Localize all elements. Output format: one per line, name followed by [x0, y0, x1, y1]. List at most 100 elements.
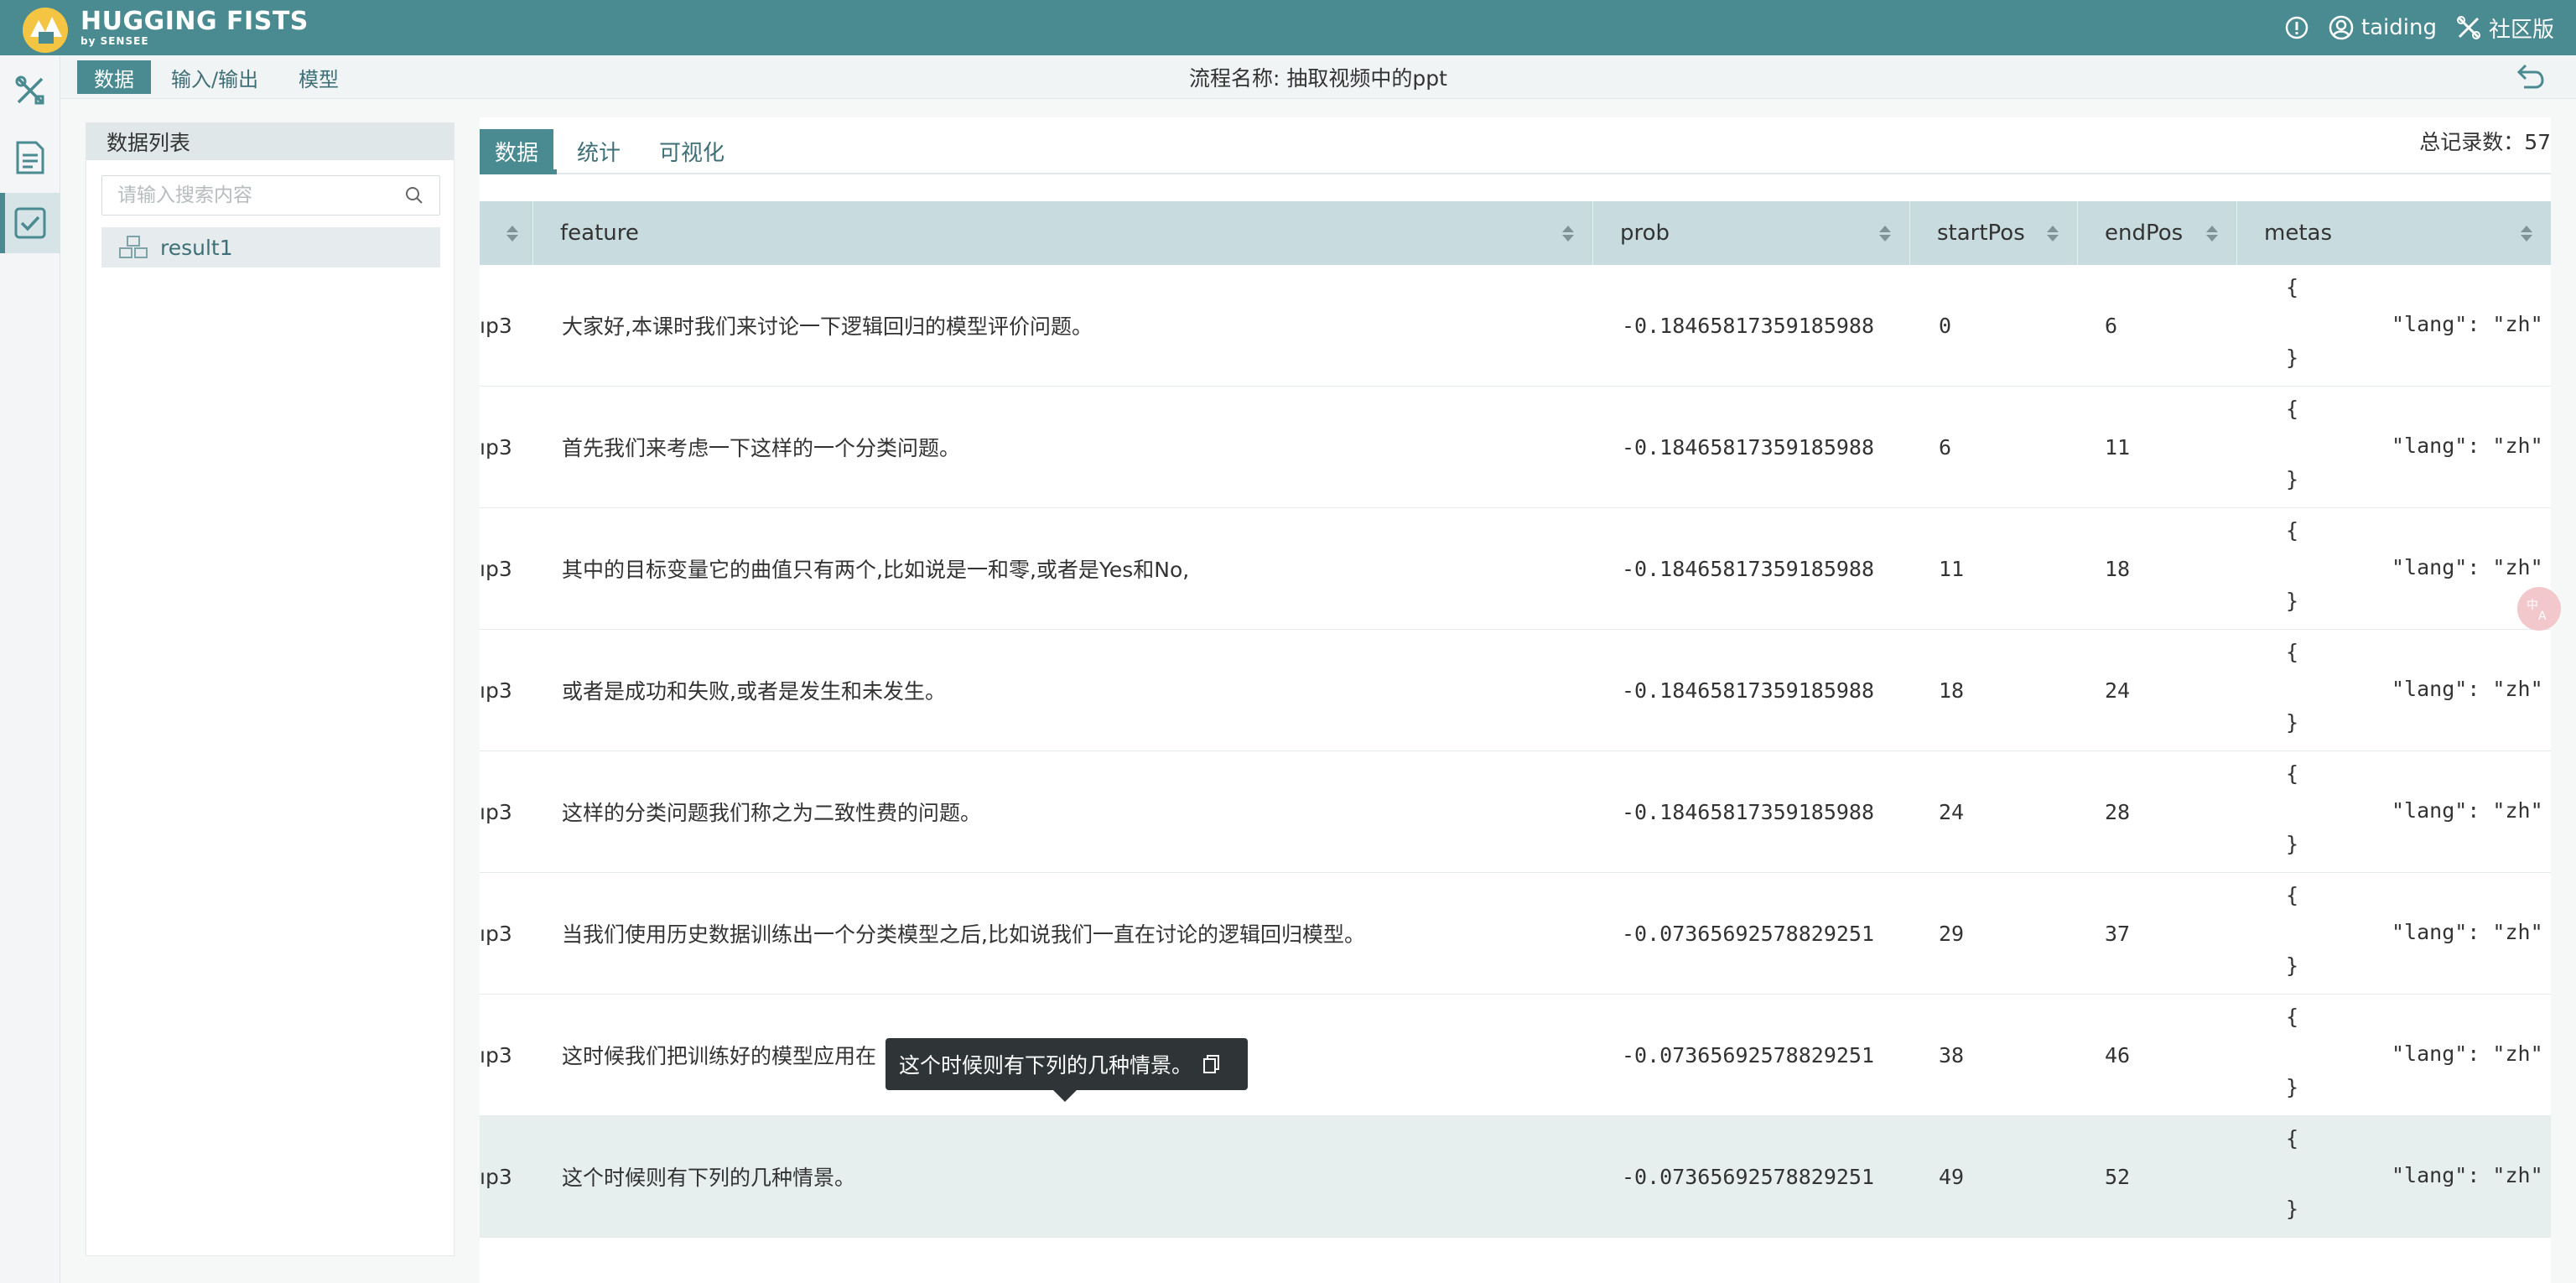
subtab-io[interactable]: 输入/输出: [154, 60, 275, 94]
table-row[interactable]: ıp3 当我们使用历史数据训练出一个分类模型之后,比如说我们一直在讨论的逻辑回归模…: [480, 873, 2551, 995]
rail-tools-button[interactable]: [0, 60, 60, 121]
metas-key-value: "lang": "zh": [2392, 434, 2543, 458]
dataset-icon: [119, 236, 148, 258]
cell-endpos: 18: [2105, 556, 2131, 581]
cell-feature: 或者是成功和失败,或者是发生和未发生。: [562, 679, 946, 704]
cell-endpos: 6: [2105, 313, 2118, 338]
cell-feature: 首先我们来考虑一下这样的一个分类问题。: [562, 436, 961, 460]
subtab-model[interactable]: 模型: [282, 60, 356, 94]
search-input[interactable]: [117, 184, 404, 206]
column-header-hidden[interactable]: [480, 201, 533, 265]
subtab-data[interactable]: 数据: [77, 60, 151, 94]
sort-icon[interactable]: [2047, 225, 2059, 242]
translate-button[interactable]: 中A: [2517, 587, 2561, 631]
cell-endpos: 46: [2105, 1042, 2131, 1067]
metas-open-brace: {: [2286, 883, 2299, 907]
column-header-metas[interactable]: metas: [2237, 201, 2551, 265]
rail-check-button[interactable]: [0, 193, 60, 253]
brand-subtitle: by SENSEE: [80, 35, 149, 47]
cell-metas: {"lang": "zh"}: [2261, 387, 2546, 507]
column-header-endpos[interactable]: endPos: [2078, 201, 2237, 265]
copy-icon[interactable]: [1202, 1054, 1221, 1074]
metas-close-brace: }: [2286, 832, 2299, 856]
table-row[interactable]: ıp3 首先我们来考虑一下这样的一个分类问题。 -0.184658173591859…: [480, 387, 2551, 508]
sort-icon[interactable]: [1879, 225, 1891, 242]
table-header: feature prob startPos endPos metas: [480, 201, 2551, 265]
metas-key-value: "lang": "zh": [2392, 798, 2543, 823]
metas-close-brace: }: [2286, 710, 2299, 735]
tools-icon: [2456, 16, 2480, 39]
metas-open-brace: {: [2286, 1126, 2299, 1151]
cell-prob: -0.18465817359185988: [1622, 556, 1875, 581]
info-button[interactable]: [2284, 15, 2309, 40]
svg-text:中: 中: [2527, 599, 2538, 612]
table-row[interactable]: ıp3 或者是成功和失败,或者是发生和未发生。 -0.184658173591859…: [480, 630, 2551, 751]
undo-icon[interactable]: [2516, 62, 2546, 91]
cell-startpos: 18: [1939, 678, 1965, 703]
metas-close-brace: }: [2286, 467, 2299, 491]
cell-metas: { "lang": "zh"}: [2261, 751, 2546, 872]
edition-menu[interactable]: 社区版: [2455, 13, 2554, 44]
tab-data[interactable]: 数据: [480, 129, 554, 173]
sort-icon[interactable]: [1562, 225, 1574, 242]
cell-feature: 这个时候则有下列的几种情景。: [562, 1166, 856, 1190]
cell-metas: { "lang": "zh"}: [2261, 873, 2546, 994]
metas-close-brace: }: [2286, 953, 2299, 978]
metas-open-brace: {: [2286, 518, 2299, 543]
metas-key-value: "lang": "zh": [2392, 920, 2543, 944]
user-menu[interactable]: taiding: [2328, 14, 2437, 41]
metas-close-brace: }: [2286, 1075, 2299, 1099]
sort-icon[interactable]: [506, 225, 518, 242]
dataset-item-result1[interactable]: result1: [101, 227, 440, 268]
cell-feature: 当我们使用历史数据训练出一个分类模型之后,比如说我们一直在讨论的逻辑回归模型。: [562, 922, 1365, 947]
table-row[interactable]: ıp3 其中的目标变量它的曲值只有两个,比如说是一和零,或者是Yes和No, -0.…: [480, 508, 2551, 630]
tab-stats[interactable]: 统计: [562, 129, 636, 173]
sort-icon[interactable]: [2521, 225, 2532, 242]
cell-feature: 这样的分类问题我们称之为二致性费的问题。: [562, 801, 982, 825]
tooltip-text: 这个时候则有下列的几种情景。: [899, 1053, 1193, 1078]
cell-feature: 大家好,本课时我们来讨论一下逻辑回归的模型评价问题。: [562, 314, 1093, 339]
username: taiding: [2360, 15, 2437, 40]
rail-document-button[interactable]: [0, 127, 60, 188]
cell-fragment: ıp3: [480, 678, 512, 703]
cell-fragment: ıp3: [480, 556, 512, 581]
data-list-panel: 数据列表 result1: [86, 122, 454, 1256]
edition-label: 社区版: [2488, 17, 2554, 43]
tab-visualize[interactable]: 可视化: [644, 129, 740, 173]
top-header: HUGGING FISTS by SENSEE taiding 社区版: [0, 0, 2576, 55]
view-tabs: 数据 统计 可视化: [480, 117, 748, 173]
metas-close-brace: }: [2286, 345, 2299, 370]
table-row[interactable]: ıp3 这时候我们把训练好的模型应用在 -0.07365692578829251 38…: [480, 995, 2551, 1116]
table-row[interactable]: ıp3 大家好,本课时我们来讨论一下逻辑回归的模型评价问题。 -0.18465817…: [480, 265, 2551, 387]
metas-open-brace: {: [2286, 761, 2299, 786]
table-row[interactable]: ıp3 这个时候则有下列的几种情景。 -0.07365692578829251 49 5…: [480, 1116, 2551, 1238]
table-row[interactable]: ıp3 这样的分类问题我们称之为二致性费的问题。 -0.18465817359185…: [480, 751, 2551, 873]
cell-startpos: 6: [1939, 434, 1952, 460]
cell-prob: -0.18465817359185988: [1622, 678, 1875, 703]
sort-icon[interactable]: [2206, 225, 2218, 242]
cell-prob: -0.07365692578829251: [1622, 1042, 1875, 1067]
metas-close-brace: }: [2286, 1197, 2299, 1221]
alert-icon: [2285, 16, 2309, 39]
panel-title: 数据列表: [86, 123, 454, 160]
translate-icon: 中A: [2527, 599, 2547, 623]
cell-fragment: ıp3: [480, 1164, 512, 1189]
dataset-item-label: result1: [160, 235, 233, 260]
column-header-feature[interactable]: feature: [533, 201, 1593, 265]
cell-metas: {"lang": "zh"}: [2261, 265, 2546, 386]
metas-key-value: "lang": "zh": [2392, 555, 2543, 579]
cell-prob: -0.18465817359185988: [1622, 799, 1875, 824]
total-records: 总记录数：57: [2419, 130, 2551, 154]
cell-metas: {"lang": "zh"}: [2261, 995, 2546, 1115]
cell-startpos: 29: [1939, 921, 1965, 946]
search-icon[interactable]: [404, 185, 424, 205]
cell-startpos: 24: [1939, 799, 1965, 824]
column-header-prob[interactable]: prob: [1593, 201, 1910, 265]
cell-metas: {"lang": "zh"}: [2261, 630, 2546, 751]
left-rail: [0, 55, 60, 1283]
flow-title: 流程名称: 抽取视频中的ppt: [1189, 66, 1447, 91]
column-header-startpos[interactable]: startPos: [1910, 201, 2078, 265]
cell-prob: -0.18465817359185988: [1622, 313, 1875, 338]
metas-key-value: "lang": "zh": [2392, 312, 2543, 336]
main-panel: 数据 统计 可视化 总记录数：57 feature prob startPos: [480, 117, 2551, 1283]
